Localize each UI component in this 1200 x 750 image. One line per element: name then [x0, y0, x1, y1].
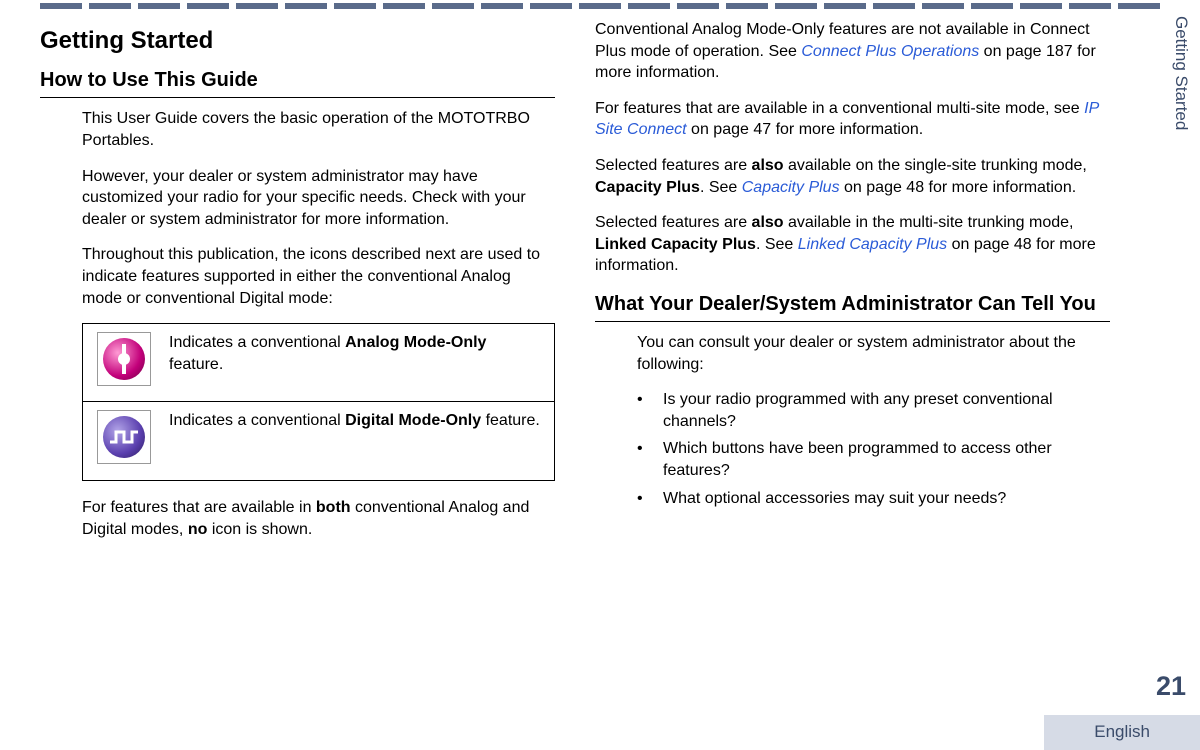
mode-icons-table: Indicates a conventional Analog Mode-Onl…: [82, 323, 555, 481]
body-text: Selected features are also available on …: [595, 155, 1110, 198]
link-linked-capacity-plus[interactable]: Linked Capacity Plus: [798, 236, 947, 253]
mode-description: Indicates a conventional Digital Mode-On…: [165, 402, 554, 480]
chapter-title: Getting Started: [40, 25, 555, 57]
link-connect-plus[interactable]: Connect Plus Operations: [801, 43, 979, 60]
bullet-list: •Is your radio programmed with any prese…: [637, 389, 1110, 509]
right-column: Conventional Analog Mode-Only features a…: [595, 19, 1110, 554]
header-dashes: [0, 0, 1200, 9]
section-title: What Your Dealer/System Administrator Ca…: [595, 291, 1110, 322]
link-capacity-plus[interactable]: Capacity Plus: [742, 179, 840, 196]
digital-mode-icon: [97, 410, 151, 464]
list-item: •Which buttons have been programmed to a…: [637, 438, 1110, 481]
analog-mode-icon: [97, 332, 151, 386]
table-row: Indicates a conventional Analog Mode-Onl…: [83, 324, 554, 402]
body-text: However, your dealer or system administr…: [82, 166, 555, 231]
language-label: English: [1044, 715, 1200, 750]
section-title: How to Use This Guide: [40, 67, 555, 98]
body-text: This User Guide covers the basic operati…: [82, 108, 555, 151]
table-row: Indicates a conventional Digital Mode-On…: [83, 402, 554, 480]
list-item: •What optional accessories may suit your…: [637, 488, 1110, 510]
list-item: •Is your radio programmed with any prese…: [637, 389, 1110, 432]
side-tab: Getting Started: [1169, 16, 1192, 130]
body-text: Conventional Analog Mode-Only features a…: [595, 19, 1110, 84]
body-text: Selected features are also available in …: [595, 212, 1110, 277]
body-text: Throughout this publication, the icons d…: [82, 244, 555, 309]
body-text: You can consult your dealer or system ad…: [637, 332, 1110, 375]
body-text: For features that are available in a con…: [595, 98, 1110, 141]
mode-description: Indicates a conventional Analog Mode-Onl…: [165, 324, 554, 401]
left-column: Getting Started How to Use This Guide Th…: [40, 19, 555, 554]
page-number: 21: [1156, 668, 1186, 704]
body-text: For features that are available in both …: [82, 497, 555, 540]
